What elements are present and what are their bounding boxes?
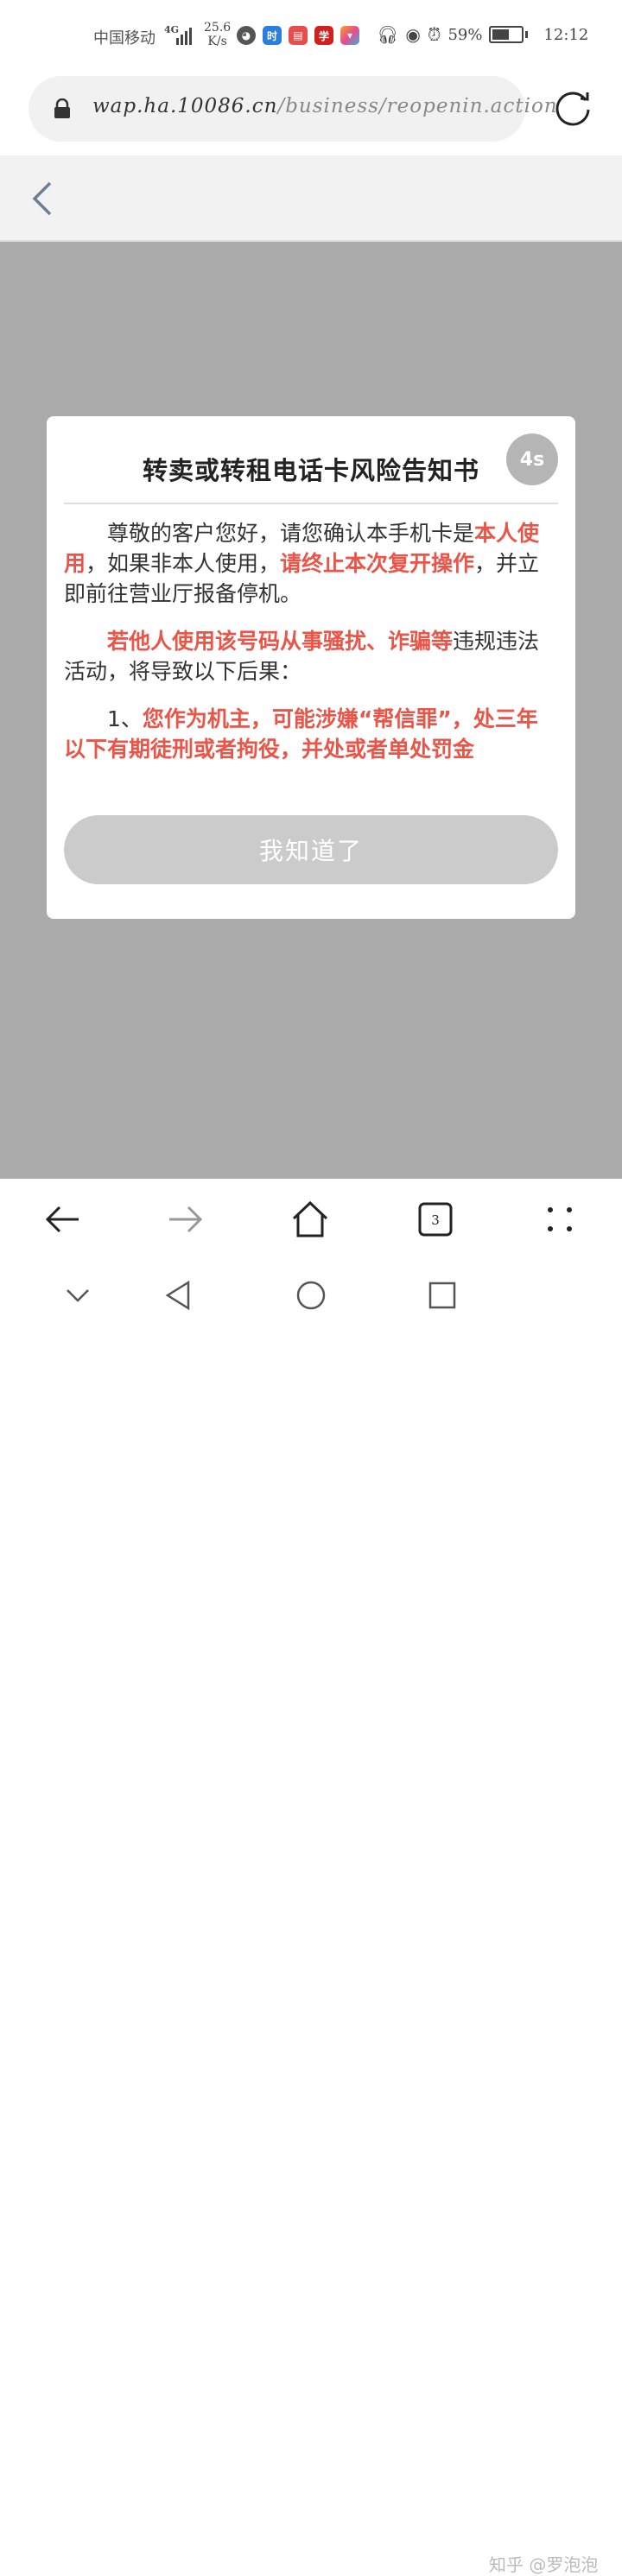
time-app-icon: 时	[263, 26, 282, 45]
headset-icon: 🎧︎	[377, 24, 399, 45]
reader-icon: ▤	[289, 26, 308, 45]
dialog-body: 尊敬的客户您好，请您确认本手机卡是本人使用，如果非本人使用，请终止本次复开操作，…	[64, 518, 558, 782]
p1-highlight-d: 请终止本次复开操作	[280, 551, 475, 576]
lock-icon	[54, 98, 70, 118]
menu-dots-icon[interactable]	[538, 1198, 581, 1241]
alarm-icon: ⏰︎	[427, 24, 441, 45]
paragraph-3: 1、您作为机主，可能涉嫌“帮信罪”，处三年以下有期徒刑或者拘役，并处或者单处罚金	[64, 704, 558, 764]
tabs-count-icon[interactable]: 3	[414, 1198, 457, 1241]
system-nav-bar: 知乎 @罗泡泡	[0, 1261, 622, 2575]
url-domain: wap.ha.10086.cn	[92, 95, 278, 117]
page-header	[0, 155, 622, 242]
carrier-label: 中国移动	[93, 29, 156, 47]
watermark: 知乎 @罗泡泡	[489, 2554, 599, 2575]
speed-unit: K/s	[207, 35, 227, 48]
countdown-badge: 4s	[506, 434, 558, 485]
browser-toolbar: 3	[0, 1179, 622, 1261]
network-speed: 25.6 K/s	[204, 21, 231, 48]
system-home-icon[interactable]	[294, 1278, 328, 1313]
p2-highlight-a: 若他人使用该号码从事骚扰、诈骗等	[107, 629, 454, 654]
url-path: /business/reopenin.action	[277, 95, 558, 117]
clock: 12:12	[543, 25, 589, 44]
system-back-icon[interactable]	[161, 1278, 195, 1313]
back-chevron-icon[interactable]	[28, 180, 59, 218]
speed-value: 25.6	[204, 21, 232, 35]
home-icon[interactable]	[289, 1198, 332, 1241]
signal-icon	[176, 28, 192, 45]
paragraph-1: 尊敬的客户您好，请您确认本手机卡是本人使用，如果非本人使用，请终止本次复开操作，…	[64, 518, 558, 609]
p1-text-a: 尊敬的客户您好，请您确认本手机卡是	[107, 521, 475, 546]
address-field[interactable]: wap.ha.10086.cn/business/reopenin.action	[29, 76, 557, 142]
recent-apps-icon[interactable]	[425, 1278, 460, 1313]
url-text: wap.ha.10086.cn/business/reopenin.action	[92, 95, 558, 117]
svg-text:3: 3	[431, 1212, 440, 1228]
browser-forward-icon[interactable]	[164, 1198, 207, 1241]
acknowledge-button[interactable]: 我知道了	[64, 815, 558, 884]
paragraph-2: 若他人使用该号码从事骚扰、诈骗等违规违法活动，将导致以下后果：	[64, 626, 558, 687]
chevron-down-icon[interactable]	[60, 1278, 95, 1313]
reload-icon[interactable]	[553, 88, 593, 128]
photo-app-icon: ▾	[340, 26, 359, 45]
notification-app-icons: ◕ 时 ▤ 学 ▾	[237, 26, 359, 45]
browser-icon: ◕	[237, 26, 256, 45]
title-divider	[64, 503, 558, 504]
dialog-title: 转卖或转租电话卡风险告知书	[142, 458, 479, 485]
battery-tip-icon	[525, 31, 529, 38]
battery-percent: 59%	[447, 25, 483, 44]
status-right: 🎧︎ ◉ ⏰︎ 59% 12:12	[377, 24, 588, 45]
risk-notice-dialog: 转卖或转租电话卡风险告知书 4s 尊敬的客户您好，请您确认本手机卡是本人使用，如…	[47, 416, 575, 919]
status-bar: 中国移动 4G 25.6 K/s ◕ 时 ▤ 学 ▾ 🎧︎ ◉ ⏰︎ 59% 1…	[0, 0, 622, 73]
p1-text-c: ，如果非本人使用，	[86, 551, 281, 576]
p3-text-a: 1、	[107, 706, 143, 731]
eye-comfort-icon: ◉	[405, 24, 421, 45]
battery-icon	[489, 26, 524, 43]
study-app-icon: 学	[314, 26, 333, 45]
browser-url-bar: wap.ha.10086.cn/business/reopenin.action	[0, 73, 622, 155]
browser-back-icon[interactable]	[41, 1198, 84, 1241]
